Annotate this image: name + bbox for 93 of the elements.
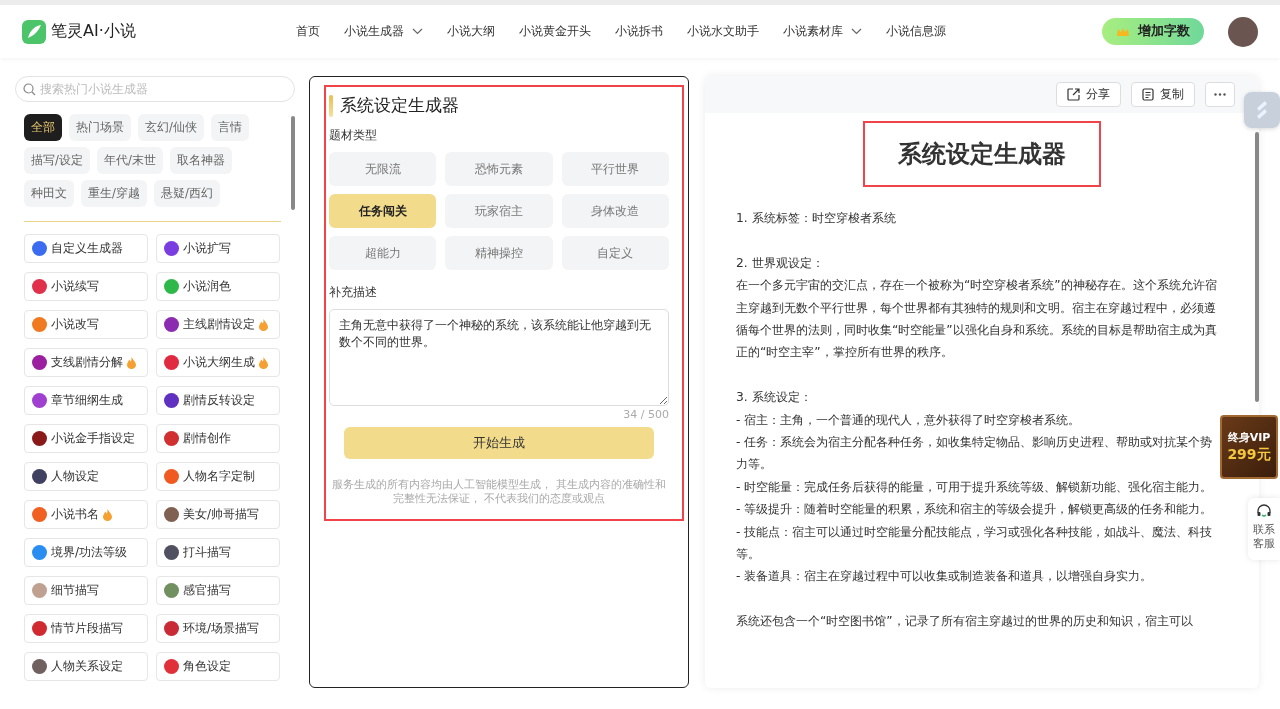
tool-item[interactable]: 剧情反转设定: [156, 386, 280, 415]
genre-option[interactable]: 自定义: [561, 236, 669, 270]
form-title: 系统设定生成器: [340, 95, 459, 117]
result-text: 3. 系统设定：: [736, 389, 813, 407]
category-tab[interactable]: 悬疑/西幻: [153, 180, 220, 207]
tool-item[interactable]: 小说书名: [24, 500, 148, 529]
headset-icon: [1256, 504, 1272, 520]
result-text: - 任务：系统会为宿主分配各种任务，如收集特定物品、影响历史进程、帮助或对抗某个势力等。: [736, 434, 1214, 474]
add-words-button[interactable]: 增加字数: [1102, 18, 1204, 45]
nav-link[interactable]: 小说大纲: [435, 23, 507, 40]
result-text: 在一个多元宇宙的交汇点，存在一个被称为“时空穿梭者系统”的神秘存在。这个系统允许宿主穿越到无数个平行世界，每个世界都有其独特的规则和文明。宿主在穿越过程中，必须遵循每个世界的法则，同时收集“时空能量”以强化自身和系统。系统的目标是帮助宿主成为真正的“时空主宰”，掌控所有世界的秩序。: [736, 277, 1218, 362]
tool-item[interactable]: 人物关系设定: [24, 652, 148, 681]
tool-item[interactable]: 感官描写: [156, 576, 280, 605]
tool-item[interactable]: 小说改写: [24, 310, 148, 339]
tool-item[interactable]: 小说扩写: [156, 234, 280, 263]
genre-option[interactable]: 超能力: [329, 236, 437, 270]
vip-promo-badge[interactable]: 终身VIP 299元: [1220, 415, 1278, 479]
user-avatar[interactable]: [1228, 16, 1258, 47]
tool-item[interactable]: 情节片段描写: [24, 614, 148, 643]
result-text: - 装备道具：宿主在穿越过程中可以收集或制造装备和道具，以增强自身实力。: [736, 568, 1154, 586]
app-logo-text: 笔灵AI·小说: [51, 21, 136, 42]
tool-item[interactable]: 小说续写: [24, 272, 148, 301]
vip-label: 终身VIP: [1227, 430, 1271, 445]
genre-option[interactable]: 精神操控: [445, 236, 553, 270]
logo-icon: [22, 19, 46, 44]
category-tab[interactable]: 言情: [210, 114, 249, 141]
disclaimer-text: 服务生成的所有内容均由人工智能模型生成， 其生成内容的准确性和完整性无法保证， 不代表我们的态度或观点: [331, 477, 667, 505]
nav-link[interactable]: 小说信息源: [874, 23, 958, 40]
search-field[interactable]: 搜索热门小说生成器: [15, 76, 295, 102]
tool-item[interactable]: 美女/帅哥描写: [156, 500, 280, 529]
genre-option[interactable]: 玩家宿主: [445, 194, 553, 228]
copy-button[interactable]: 复制: [1131, 82, 1195, 107]
more-button[interactable]: [1205, 82, 1235, 107]
quick-tool-button[interactable]: [1244, 92, 1280, 128]
scrollbar[interactable]: [291, 116, 295, 210]
tool-item[interactable]: 主线剧情设定: [156, 310, 280, 339]
nav-link[interactable]: 小说水文助手: [675, 23, 771, 40]
tool-item[interactable]: 境界/功法等级: [24, 538, 148, 567]
tool-item[interactable]: 章节细纲生成: [24, 386, 148, 415]
accent-bar: [329, 95, 333, 117]
result-text: - 等级提升：随着时空能量的积累，系统和宿主的等级会提升，解锁更高级的任务和能力。: [736, 501, 1214, 519]
category-tab[interactable]: 玄幻/仙侠: [138, 114, 204, 141]
category-tab[interactable]: 种田文: [24, 180, 74, 207]
tool-item[interactable]: 人物名字定制: [156, 462, 280, 491]
nav-link[interactable]: 小说素材库: [771, 23, 874, 40]
category-tab[interactable]: 描写/设定: [24, 147, 90, 174]
share-button[interactable]: 分享: [1056, 82, 1121, 107]
nav-link[interactable]: 小说拆书: [603, 23, 675, 40]
result-text: - 宿主：主角，一个普通的现代人，意外获得了时空穿梭者系统。: [736, 411, 1082, 429]
more-icon: [1214, 93, 1226, 96]
nav-link[interactable]: 小说生成器: [332, 23, 435, 40]
search-icon: [23, 83, 36, 96]
tool-item[interactable]: 人物设定: [24, 462, 148, 491]
tool-item[interactable]: 自定义生成器: [24, 234, 148, 263]
result-title: 系统设定生成器: [863, 121, 1101, 187]
result-text: 1. 系统标签：时空穿梭者系统: [736, 210, 897, 227]
genre-option[interactable]: 任务闯关: [329, 194, 437, 228]
generate-button[interactable]: 开始生成: [344, 427, 654, 459]
genre-option[interactable]: 恐怖元素: [445, 152, 553, 186]
scrollbar[interactable]: [1255, 132, 1259, 402]
field-label: 题材类型: [329, 127, 378, 144]
tool-item[interactable]: 小说润色: [156, 272, 280, 301]
nav-link[interactable]: 首页: [284, 23, 332, 40]
tool-item[interactable]: 小说金手指设定: [24, 424, 148, 453]
result-text: 2. 世界观设定：: [736, 254, 825, 272]
tool-item[interactable]: 支线剧情分解: [24, 348, 148, 377]
description-field[interactable]: 主角无意中获得了一个神秘的系统，该系统能让他穿越到无数个不同的世界。: [329, 309, 669, 406]
category-tab[interactable]: 年代/末世: [96, 147, 163, 174]
category-tab[interactable]: 重生/穿越: [81, 180, 147, 207]
genre-option[interactable]: 身体改造: [561, 194, 669, 228]
document-icon: [1142, 88, 1154, 101]
result-text: - 时空能量：完成任务后获得的能量，可用于提升系统等级、解锁新功能、强化宿主能力。: [736, 478, 1214, 496]
genre-option[interactable]: 无限流: [329, 152, 437, 186]
result-text: 系统还包含一个“时空图书馆”，记录了所有宿主穿越过的世界的历史和知识，宿主可以: [736, 613, 1194, 631]
tool-item[interactable]: 角色设定: [156, 652, 280, 681]
genre-option[interactable]: 平行世界: [561, 152, 669, 186]
crown-icon: [1116, 26, 1130, 37]
result-text: - 技能点：宿主可以通过时空能量分配技能点，学习或强化各种技能，如战斗、魔法、科技等。: [736, 523, 1214, 564]
vip-price: 299元: [1227, 446, 1271, 464]
character-counter: 34 / 500: [622, 408, 669, 421]
tool-item[interactable]: 打斗描写: [156, 538, 280, 567]
share-icon: [1067, 88, 1080, 101]
tool-item[interactable]: 环境/场景描写: [156, 614, 280, 643]
category-tab[interactable]: 全部: [24, 114, 62, 141]
support-label: 联系客服: [1252, 523, 1276, 551]
nav-link[interactable]: 小说黄金开头: [507, 23, 603, 40]
tool-item[interactable]: 细节描写: [24, 576, 148, 605]
category-tab[interactable]: 取名神器: [169, 147, 232, 174]
tool-item[interactable]: 小说大纲生成: [156, 348, 280, 377]
customer-service-button[interactable]: 联系客服: [1248, 498, 1280, 560]
field-label: 补充描述: [329, 284, 378, 301]
tool-item[interactable]: 剧情创作: [156, 424, 280, 453]
category-tab[interactable]: 热门场景: [69, 114, 131, 141]
